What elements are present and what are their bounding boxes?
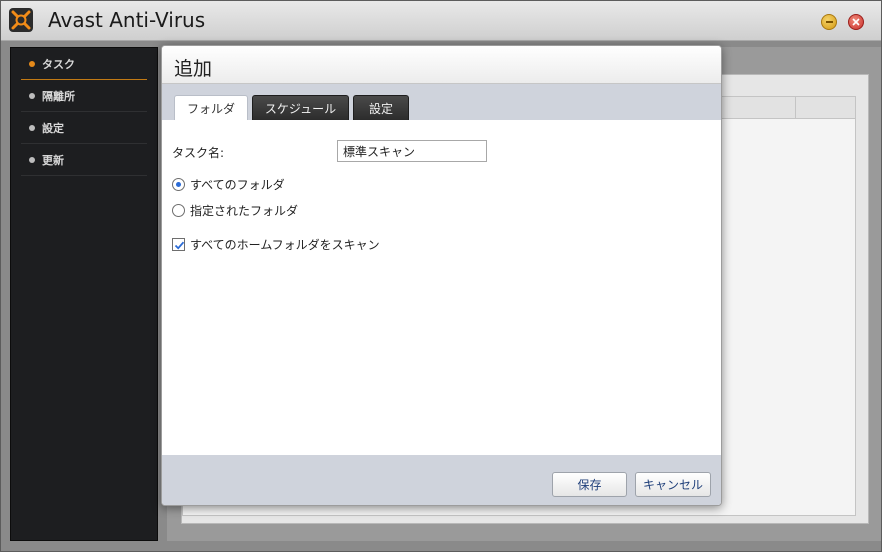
save-button[interactable]: 保存 xyxy=(552,472,627,497)
sidebar-item-label: 隔離所 xyxy=(42,89,75,103)
all-folders-label: すべてのフォルダ xyxy=(190,178,285,192)
tab-settings[interactable]: 設定 xyxy=(353,95,409,120)
sidebar-item-label: 設定 xyxy=(42,121,64,135)
bullet-icon xyxy=(29,92,35,99)
folders-tab-content: タスク名: すべてのフォルダ 指定されたフォルダ すべてのホームフォルダをスキャ… xyxy=(162,120,721,455)
add-task-dialog: 追加 フォルダ スケジュール 設定 タスク名: すべてのフォルダ 指定されたフォ… xyxy=(161,45,722,506)
window-title: Avast Anti-Virus xyxy=(48,8,206,32)
specified-folders-label: 指定されたフォルダ xyxy=(190,204,299,218)
bullet-icon xyxy=(29,60,35,67)
all-folders-radio[interactable] xyxy=(172,178,185,191)
column-divider xyxy=(795,97,796,119)
tab-strip: フォルダ スケジュール 設定 xyxy=(162,84,721,120)
task-name-input[interactable] xyxy=(337,140,487,162)
sidebar: タスク 隔離所 設定 更新 xyxy=(10,47,158,541)
sidebar-item-settings[interactable]: 設定 xyxy=(21,112,147,144)
bullet-icon xyxy=(29,124,35,131)
avast-logo-icon xyxy=(9,8,33,32)
specified-folders-radio[interactable] xyxy=(172,204,185,217)
scan-home-folders-option[interactable]: すべてのホームフォルダをスキャン xyxy=(172,236,380,253)
close-icon[interactable] xyxy=(848,14,864,30)
sidebar-item-label: 更新 xyxy=(42,153,64,167)
all-folders-option[interactable]: すべてのフォルダ xyxy=(172,176,285,193)
tab-folders[interactable]: フォルダ xyxy=(174,95,248,120)
sidebar-item-label: タスク xyxy=(42,57,75,71)
bullet-icon xyxy=(29,156,35,163)
task-name-label: タスク名: xyxy=(172,146,225,160)
tab-schedule[interactable]: スケジュール xyxy=(252,95,349,120)
specified-folders-option[interactable]: 指定されたフォルダ xyxy=(172,202,298,219)
sidebar-item-tasks[interactable]: タスク xyxy=(21,48,147,80)
sidebar-item-update[interactable]: 更新 xyxy=(21,144,147,176)
title-bar[interactable]: Avast Anti-Virus xyxy=(1,1,881,41)
scan-home-folders-checkbox[interactable] xyxy=(172,238,185,251)
sidebar-item-quarantine[interactable]: 隔離所 xyxy=(21,80,147,112)
cancel-button[interactable]: キャンセル xyxy=(635,472,711,497)
dialog-header: 追加 xyxy=(162,46,721,84)
dialog-footer: 保存 キャンセル xyxy=(162,455,721,505)
minimize-icon[interactable] xyxy=(821,14,837,30)
dialog-title: 追加 xyxy=(174,58,213,80)
scan-home-folders-label: すべてのホームフォルダをスキャン xyxy=(190,238,380,252)
